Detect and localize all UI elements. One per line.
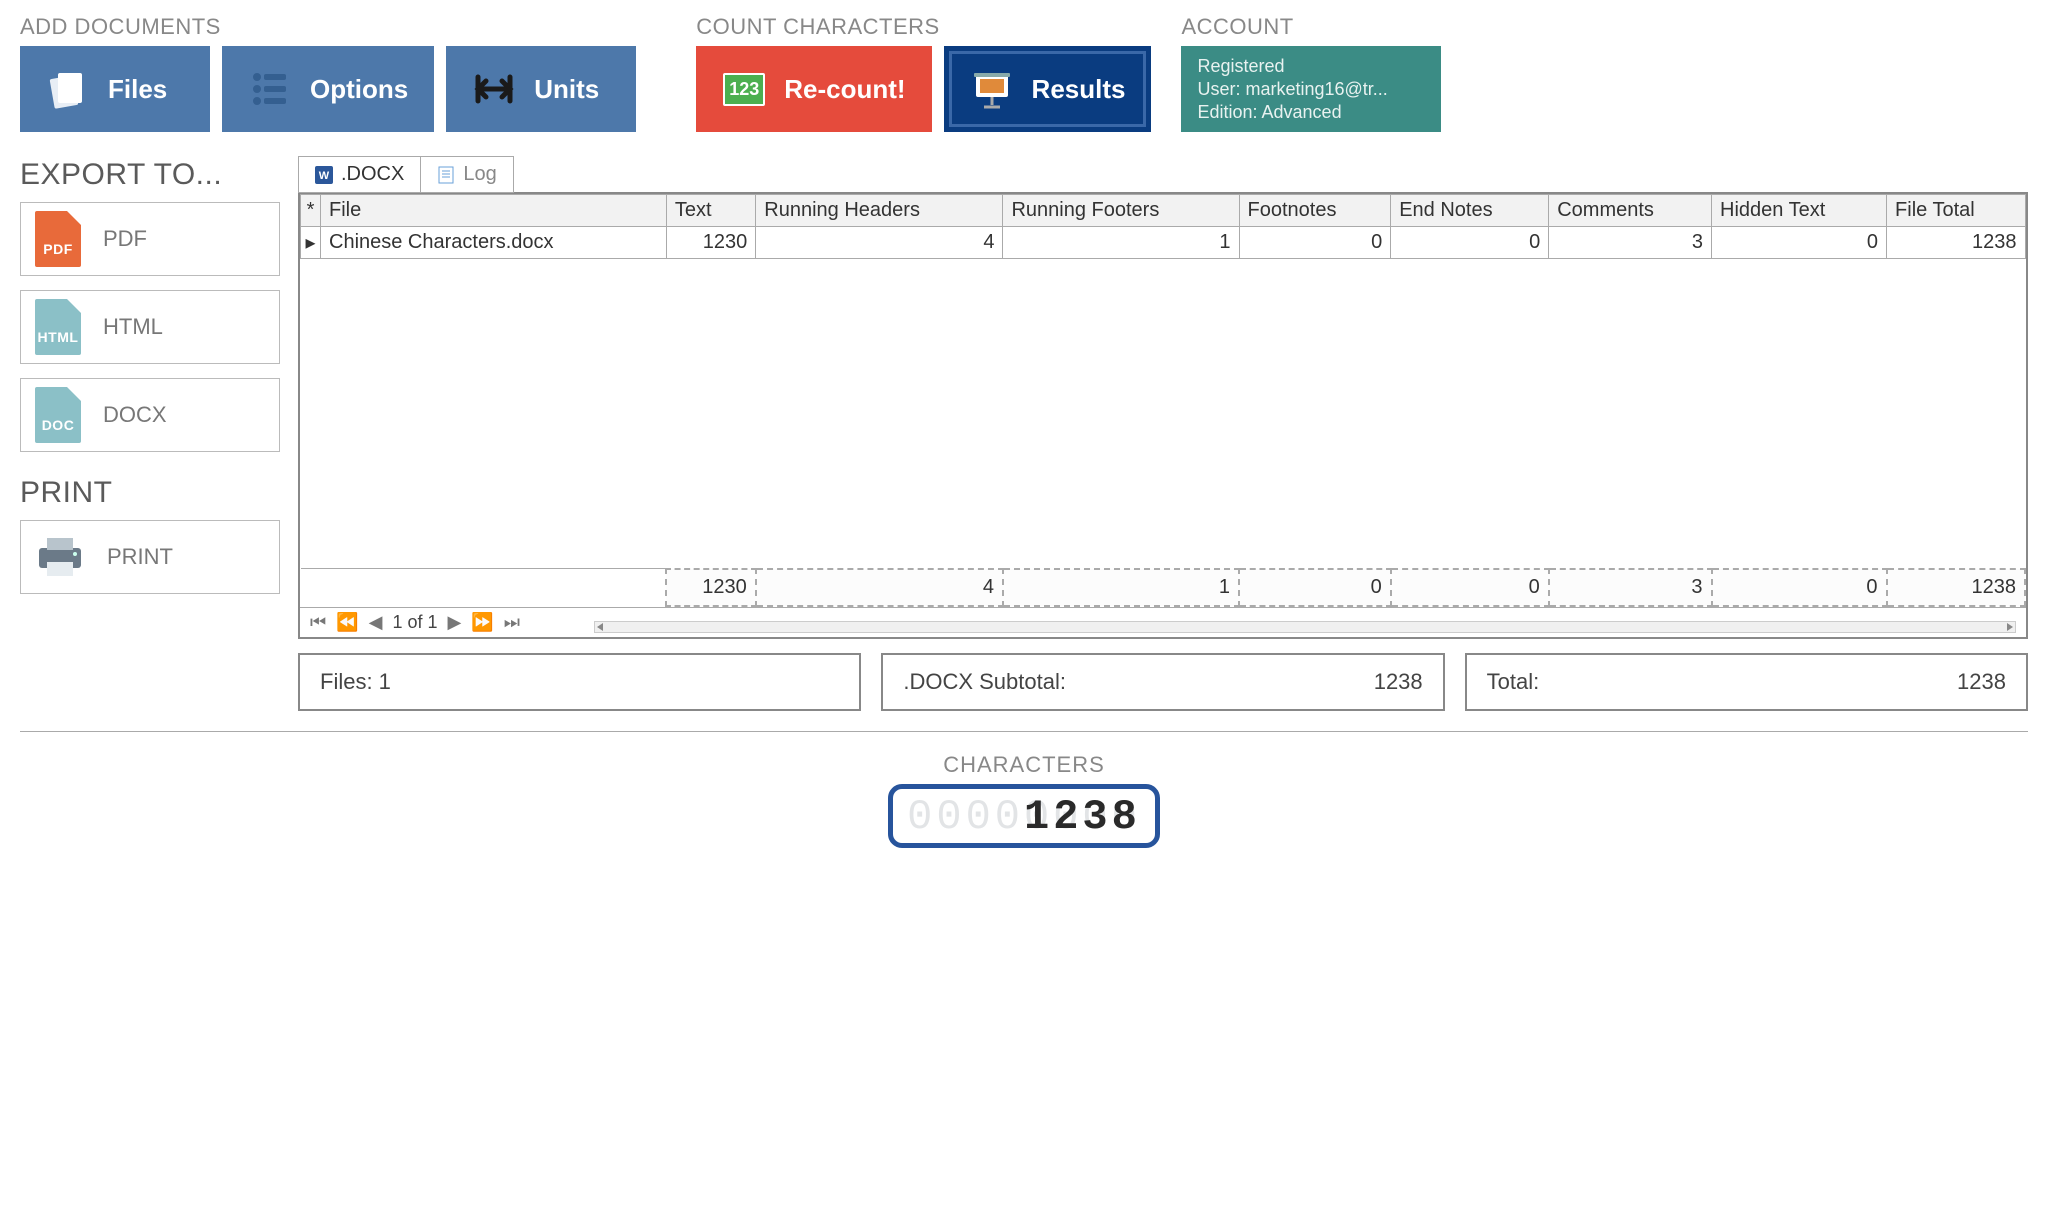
cell-fn: 0 <box>1239 227 1391 259</box>
cell-ht: 0 <box>1712 227 1887 259</box>
horizontal-scrollbar[interactable] <box>594 621 2016 633</box>
export-pdf-label: PDF <box>103 226 147 252</box>
col-marker[interactable]: * <box>301 195 321 227</box>
tab-docx[interactable]: W .DOCX <box>298 156 421 193</box>
total-ft: 1238 <box>1887 569 2025 606</box>
export-docx-label: DOCX <box>103 402 167 428</box>
table-row[interactable]: ▸ Chinese Characters.docx 1230 4 1 0 0 3… <box>301 227 2026 259</box>
print-label: PRINT <box>107 544 173 570</box>
cell-rh: 4 <box>756 227 1003 259</box>
page-last-icon[interactable]: ⏭ <box>504 612 520 633</box>
page-first-icon[interactable]: ⏮ <box>310 612 326 633</box>
export-html-label: HTML <box>103 314 163 340</box>
recount-button[interactable]: 123 Re-count! <box>696 46 931 132</box>
recount-icon: 123 <box>722 67 766 111</box>
col-ft[interactable]: File Total <box>1887 195 2025 227</box>
col-file[interactable]: File <box>321 195 667 227</box>
export-html-button[interactable]: HTML HTML <box>20 290 280 364</box>
units-button[interactable]: Units <box>446 46 636 132</box>
summary-files: Files: 1 <box>298 653 861 711</box>
page-indicator: 1 of 1 <box>392 612 437 633</box>
docx-file-icon: DOC <box>35 387 81 443</box>
cell-ft: 1238 <box>1887 227 2025 259</box>
col-cm[interactable]: Comments <box>1549 195 1712 227</box>
presentation-icon <box>970 67 1014 111</box>
account-edition: Edition: Advanced <box>1197 102 1341 123</box>
group-label-add: ADD DOCUMENTS <box>20 14 636 40</box>
results-label: Results <box>1032 74 1126 105</box>
summary-total: Total: 1238 <box>1465 653 2028 711</box>
group-label-count: COUNT CHARACTERS <box>696 14 1151 40</box>
export-pdf-button[interactable]: PDF PDF <box>20 202 280 276</box>
account-user: User: marketing16@tr... <box>1197 79 1387 100</box>
cell-file: Chinese Characters.docx <box>321 227 667 259</box>
character-counter: 00000000 1238 <box>888 784 1160 848</box>
files-icon <box>46 67 90 111</box>
total-en: 0 <box>1391 569 1549 606</box>
col-ht[interactable]: Hidden Text <box>1712 195 1887 227</box>
total-rh: 4 <box>756 569 1003 606</box>
total-rf: 1 <box>1003 569 1239 606</box>
summary-total-label: Total: <box>1487 669 1540 695</box>
print-button[interactable]: PRINT <box>20 520 280 594</box>
col-rf[interactable]: Running Footers <box>1003 195 1239 227</box>
printer-icon <box>35 534 85 580</box>
results-button[interactable]: Results <box>944 46 1152 132</box>
row-marker: ▸ <box>301 227 321 259</box>
account-panel[interactable]: Registered User: marketing16@tr... Editi… <box>1181 46 1441 132</box>
tab-log-label: Log <box>463 163 496 186</box>
log-icon <box>437 166 455 184</box>
total-ht: 0 <box>1712 569 1887 606</box>
summary-subtotal-label: .DOCX Subtotal: <box>903 669 1066 695</box>
col-rh[interactable]: Running Headers <box>756 195 1003 227</box>
page-next-icon[interactable]: ▶ <box>448 612 462 633</box>
export-heading: EXPORT TO... <box>20 158 280 192</box>
recount-label: Re-count! <box>784 74 905 105</box>
options-button[interactable]: Options <box>222 46 434 132</box>
total-fn: 0 <box>1239 569 1391 606</box>
cell-text: 1230 <box>666 227 755 259</box>
units-icon <box>472 67 516 111</box>
print-heading: PRINT <box>20 476 280 510</box>
col-text[interactable]: Text <box>666 195 755 227</box>
totals-row: 1230 4 1 0 0 3 0 1238 <box>301 569 2026 606</box>
list-icon <box>248 67 292 111</box>
summary-files-label: Files: 1 <box>320 669 391 695</box>
html-file-icon: HTML <box>35 299 81 355</box>
cell-en: 0 <box>1391 227 1549 259</box>
page-prev-icon[interactable]: ◀ <box>369 612 383 633</box>
files-label: Files <box>108 74 167 105</box>
page-prevset-icon[interactable]: ⏪ <box>336 612 358 633</box>
summary-subtotal: .DOCX Subtotal: 1238 <box>881 653 1444 711</box>
account-status: Registered <box>1197 56 1284 77</box>
tab-docx-label: .DOCX <box>341 163 404 186</box>
summary-total-value: 1238 <box>1957 669 2006 695</box>
cell-cm: 3 <box>1549 227 1712 259</box>
total-text: 1230 <box>666 569 755 606</box>
col-fn[interactable]: Footnotes <box>1239 195 1391 227</box>
results-grid: * File Text Running Headers Running Foot… <box>298 192 2028 639</box>
export-docx-button[interactable]: DOC DOCX <box>20 378 280 452</box>
word-icon: W <box>315 166 333 184</box>
svg-text:W: W <box>319 170 330 182</box>
units-label: Units <box>534 74 599 105</box>
summary-subtotal-value: 1238 <box>1374 669 1423 695</box>
col-en[interactable]: End Notes <box>1391 195 1549 227</box>
pdf-file-icon: PDF <box>35 211 81 267</box>
characters-heading: CHARACTERS <box>20 752 2028 778</box>
group-label-account: ACCOUNT <box>1181 14 1441 40</box>
files-button[interactable]: Files <box>20 46 210 132</box>
tab-log[interactable]: Log <box>421 156 513 193</box>
divider <box>20 731 2028 732</box>
total-cm: 3 <box>1549 569 1712 606</box>
page-nextset-icon[interactable]: ⏩ <box>471 612 493 633</box>
counter-value: 1238 <box>1024 793 1141 841</box>
options-label: Options <box>310 74 408 105</box>
cell-rf: 1 <box>1003 227 1239 259</box>
